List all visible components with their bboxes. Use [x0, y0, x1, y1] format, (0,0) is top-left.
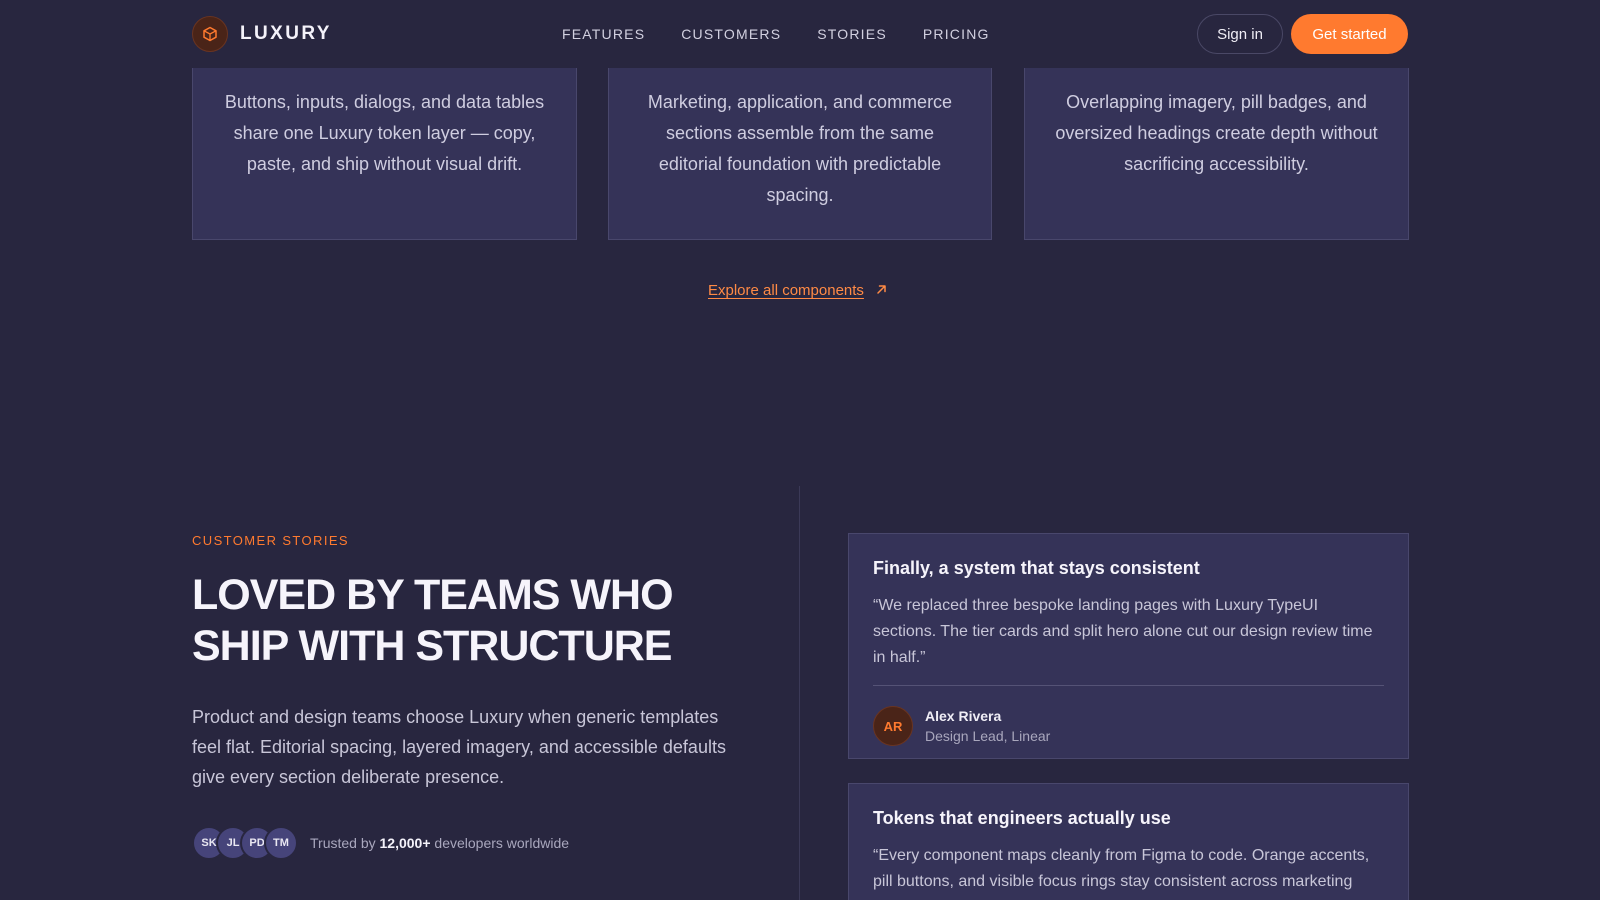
feature-card-sections: Marketing, application, and commerce sec…	[608, 50, 992, 240]
trust-row: SK JL PD TM Trusted by 12,000+ developer…	[192, 826, 569, 860]
section-headline: LOVED BY TEAMS WHO SHIP WITH STRUCTURE	[192, 571, 674, 670]
brand[interactable]: LUXURY	[192, 16, 332, 52]
section-lead: Product and design teams choose Luxury w…	[192, 707, 726, 787]
nav-features[interactable]: FEATURES	[562, 26, 645, 42]
testimonial-quote: “Every component maps cleanly from Figma…	[873, 847, 1370, 890]
feature-card-text: Overlapping imagery, pill badges, and ov…	[1055, 92, 1378, 174]
testimonial-card: Finally, a system that stays consistent …	[848, 533, 1409, 759]
feature-card-layouts: Overlapping imagery, pill badges, and ov…	[1024, 50, 1409, 240]
trust-text: Trusted by 12,000+ developers worldwide	[310, 835, 569, 851]
author-info: Alex Rivera Design Lead, Linear	[925, 708, 1050, 744]
avatar-stack: SK JL PD TM	[192, 826, 298, 860]
site-header: LUXURY FEATURES CUSTOMERS STORIES PRICIN…	[0, 0, 1600, 68]
testimonial-title: Finally, a system that stays consistent	[873, 558, 1200, 578]
author-name: Alex Rivera	[925, 708, 1002, 724]
nav-stories[interactable]: STORIES	[817, 26, 887, 42]
trust-suffix: developers worldwide	[430, 835, 570, 851]
cube-icon	[192, 16, 228, 52]
trust-prefix: Trusted by	[310, 835, 380, 851]
nav-pricing[interactable]: PRICING	[923, 26, 990, 42]
explore-link-label: Explore all components	[708, 282, 864, 299]
feature-card-text: Buttons, inputs, dialogs, and data table…	[224, 92, 545, 174]
avatar: TM	[264, 826, 298, 860]
explore-components-link[interactable]: Explore all components	[708, 282, 887, 299]
author-role: Design Lead, Linear	[925, 728, 1051, 744]
sign-in-button[interactable]: Sign in	[1197, 14, 1283, 54]
testimonial-quote: “We replaced three bespoke landing pages…	[873, 597, 1373, 666]
feature-card-text: Marketing, application, and commerce sec…	[647, 92, 953, 205]
testimonial-author: AR Alex Rivera Design Lead, Linear	[873, 706, 1384, 746]
testimonial-title: Tokens that engineers actually use	[873, 808, 1171, 828]
testimonial-divider	[873, 685, 1384, 686]
section-eyebrow: CUSTOMER STORIES	[192, 533, 349, 548]
testimonial-card: Tokens that engineers actually use “Ever…	[848, 783, 1409, 900]
get-started-button[interactable]: Get started	[1291, 14, 1408, 54]
brand-name: LUXURY	[240, 23, 332, 44]
arrow-up-right-icon	[876, 282, 887, 299]
trust-count: 12,000+	[379, 835, 431, 851]
main-nav: FEATURES CUSTOMERS STORIES PRICING	[562, 0, 1026, 68]
section-divider	[799, 486, 800, 900]
author-avatar: AR	[873, 706, 913, 746]
nav-customers[interactable]: CUSTOMERS	[681, 26, 781, 42]
feature-card-components: Buttons, inputs, dialogs, and data table…	[192, 50, 577, 240]
